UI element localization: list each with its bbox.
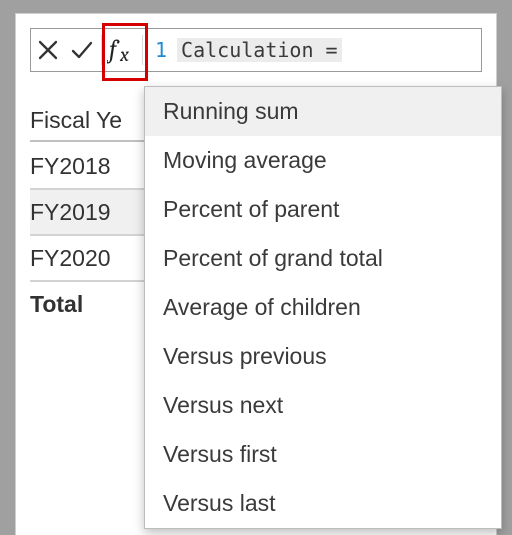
- check-icon: [70, 38, 94, 62]
- menu-item-label: Moving average: [163, 147, 327, 173]
- commit-button[interactable]: [65, 29, 99, 71]
- menu-item[interactable]: Versus last: [145, 479, 501, 528]
- formula-code: Calculation =: [177, 38, 342, 62]
- menu-item-label: Versus last: [163, 490, 276, 516]
- divider: [101, 35, 102, 64]
- svg-text:x: x: [119, 43, 129, 65]
- calculation-templates-menu: Running sum Moving average Percent of pa…: [144, 86, 502, 529]
- close-icon: [37, 39, 59, 61]
- menu-item-label: Percent of grand total: [163, 245, 383, 271]
- formula-input[interactable]: 1 Calculation =: [145, 38, 342, 62]
- menu-item[interactable]: Versus previous: [145, 332, 501, 381]
- menu-item-label: Percent of parent: [163, 196, 339, 222]
- menu-item[interactable]: Percent of parent: [145, 185, 501, 234]
- row-label: FY2020: [30, 245, 148, 272]
- divider: [142, 35, 143, 64]
- menu-item[interactable]: Running sum: [145, 87, 501, 136]
- fx-icon: f x: [107, 35, 137, 65]
- column-header-left[interactable]: Fiscal Ye: [30, 107, 148, 134]
- formula-line-number: 1: [155, 38, 167, 62]
- formula-bar: f x 1 Calculation =: [30, 28, 482, 72]
- menu-item[interactable]: Average of children: [145, 283, 501, 332]
- menu-item[interactable]: Versus first: [145, 430, 501, 479]
- menu-item-label: Running sum: [163, 98, 299, 124]
- fx-button[interactable]: f x: [104, 29, 140, 71]
- row-label: FY2019: [30, 199, 148, 226]
- menu-item-label: Versus previous: [163, 343, 327, 369]
- cancel-button[interactable]: [31, 29, 65, 71]
- menu-item-label: Versus next: [163, 392, 283, 418]
- menu-item[interactable]: Moving average: [145, 136, 501, 185]
- menu-item[interactable]: Percent of grand total: [145, 234, 501, 283]
- row-label: Total: [30, 291, 148, 318]
- menu-item[interactable]: Versus next: [145, 381, 501, 430]
- menu-item-label: Average of children: [163, 294, 361, 320]
- menu-item-label: Versus first: [163, 441, 277, 467]
- svg-text:f: f: [107, 35, 120, 65]
- row-label: FY2018: [30, 153, 148, 180]
